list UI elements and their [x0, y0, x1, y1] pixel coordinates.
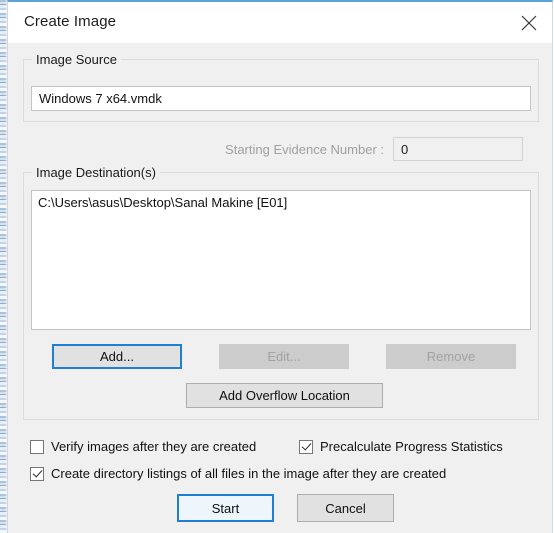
- close-icon: [521, 15, 537, 31]
- starting-evidence-number-label: Starting Evidence Number :: [225, 142, 384, 157]
- dialog-titlebar: Create Image: [8, 2, 552, 43]
- image-destinations-group-label: Image Destination(s): [32, 165, 160, 180]
- checkbox-box-checked: [30, 466, 44, 481]
- precalculate-statistics-checkbox[interactable]: Precalculate Progress Statistics: [299, 439, 503, 454]
- source-path-input[interactable]: Windows 7 x64.vmdk: [31, 86, 531, 111]
- precalculate-statistics-label: Precalculate Progress Statistics: [320, 439, 503, 454]
- add-button[interactable]: Add...: [52, 344, 182, 369]
- close-button[interactable]: [507, 2, 552, 43]
- checkbox-box-checked: [299, 439, 313, 454]
- create-directory-listings-checkbox[interactable]: Create directory listings of all files i…: [30, 466, 446, 481]
- image-source-group-label: Image Source: [32, 52, 121, 67]
- cancel-button[interactable]: Cancel: [297, 494, 394, 522]
- list-item[interactable]: C:\Users\asus\Desktop\Sanal Makine [E01]: [32, 191, 530, 210]
- edit-button: Edit...: [219, 344, 349, 369]
- checkbox-box-unchecked: [30, 439, 44, 454]
- verify-images-checkbox[interactable]: Verify images after they are created: [30, 439, 256, 454]
- remove-button: Remove: [386, 344, 516, 369]
- create-directory-listings-label: Create directory listings of all files i…: [51, 466, 447, 481]
- destination-listbox[interactable]: C:\Users\asus\Desktop\Sanal Makine [E01]: [31, 190, 531, 330]
- start-button[interactable]: Start: [177, 494, 274, 522]
- verify-images-label: Verify images after they are created: [51, 439, 257, 454]
- add-overflow-location-button[interactable]: Add Overflow Location: [186, 383, 383, 408]
- create-image-dialog: Create Image Image Source Windows 7 x64.…: [7, 0, 553, 533]
- starting-evidence-number-input[interactable]: 0: [393, 137, 523, 161]
- page-title: Create Image: [24, 13, 117, 30]
